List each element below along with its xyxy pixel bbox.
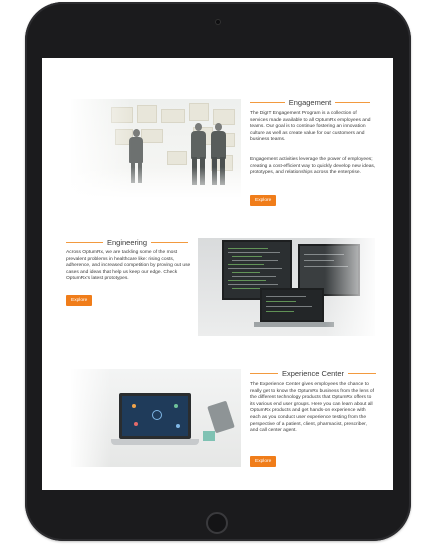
camera-icon — [215, 19, 221, 25]
tablet-screen: Engagement The DigIT Engagement Program … — [42, 58, 393, 490]
engagement-explore-button[interactable]: Explore — [250, 195, 277, 206]
engineering-explore-button[interactable]: Explore — [66, 295, 93, 306]
engineering-image — [198, 238, 375, 336]
experience-center-heading: Experience Center — [250, 369, 376, 378]
divider — [250, 102, 285, 103]
divider — [348, 373, 376, 374]
engagement-paragraph-1: The DigIT Engagement Program is a collec… — [250, 111, 371, 143]
experience-center-explore-button[interactable]: Explore — [250, 456, 277, 467]
experience-center-title: Experience Center — [281, 369, 345, 378]
engineering-paragraph: Across OptumRx, we are tackling some of … — [66, 250, 191, 282]
divider — [250, 373, 278, 374]
divider — [151, 242, 188, 243]
divider — [335, 102, 371, 103]
engineering-title: Engineering — [106, 238, 148, 247]
home-button[interactable] — [206, 512, 228, 534]
engagement-paragraph-2: Engagement activities leverage the power… — [250, 157, 376, 176]
engagement-heading: Engagement — [250, 98, 371, 107]
tablet-frame: Engagement The DigIT Engagement Program … — [25, 2, 411, 541]
experience-center-paragraph: The Experience Center gives employees th… — [250, 382, 374, 434]
experience-center-image — [71, 369, 241, 467]
engagement-image — [71, 99, 241, 197]
engagement-title: Engagement — [288, 98, 332, 107]
engineering-heading: Engineering — [66, 238, 188, 247]
divider — [66, 242, 103, 243]
